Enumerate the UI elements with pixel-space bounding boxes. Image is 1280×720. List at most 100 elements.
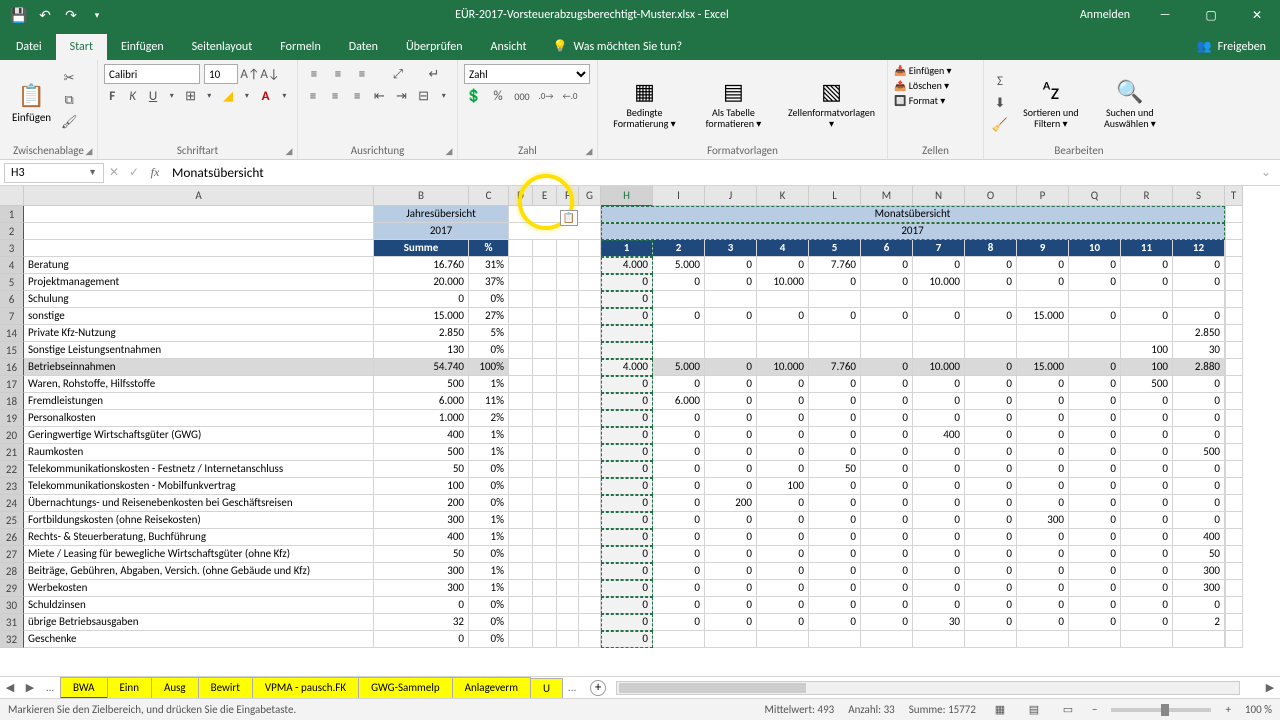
- cell[interactable]: 0: [1017, 393, 1069, 410]
- cell[interactable]: 0: [1069, 257, 1121, 274]
- tab-home[interactable]: Start: [56, 34, 107, 60]
- cell[interactable]: [509, 240, 533, 257]
- cell[interactable]: 0: [861, 495, 913, 512]
- cell[interactable]: 0: [1121, 461, 1173, 478]
- cell[interactable]: 0: [705, 444, 757, 461]
- cell[interactable]: 0: [965, 308, 1017, 325]
- cell[interactable]: 0: [601, 376, 653, 393]
- cell[interactable]: 0: [1173, 495, 1225, 512]
- cell[interactable]: 0: [1173, 597, 1225, 614]
- cell[interactable]: 0: [653, 563, 705, 580]
- cell[interactable]: 0: [1121, 580, 1173, 597]
- cell[interactable]: 0: [705, 614, 757, 631]
- bold-icon[interactable]: F: [104, 86, 120, 106]
- redo-icon[interactable]: ↷: [60, 4, 82, 26]
- cell[interactable]: 500: [1121, 376, 1173, 393]
- cell[interactable]: 0: [1069, 597, 1121, 614]
- cell[interactable]: [509, 495, 533, 512]
- tab-view[interactable]: Ansicht: [477, 34, 541, 60]
- cell[interactable]: Sonstige Leistungsentnahmen: [24, 342, 374, 359]
- cell[interactable]: 0: [1017, 461, 1069, 478]
- cell[interactable]: 0: [1017, 529, 1069, 546]
- cell[interactable]: 0: [1017, 444, 1069, 461]
- sheet-nav-prev[interactable]: ◀: [0, 681, 20, 694]
- cell[interactable]: 0: [757, 529, 809, 546]
- cell[interactable]: 0%: [469, 495, 509, 512]
- signin-link[interactable]: Anmelden: [1068, 8, 1142, 22]
- cell[interactable]: 0: [861, 461, 913, 478]
- cell[interactable]: Fortbildungskosten (ohne Reisekosten): [24, 512, 374, 529]
- cell[interactable]: [509, 546, 533, 563]
- cell[interactable]: 0: [965, 614, 1017, 631]
- cell[interactable]: 0: [653, 478, 705, 495]
- cell[interactable]: 27%: [469, 308, 509, 325]
- cell[interactable]: 0: [757, 495, 809, 512]
- cell[interactable]: 0: [653, 495, 705, 512]
- tab-insert[interactable]: Einfügen: [107, 34, 178, 60]
- cell[interactable]: [965, 325, 1017, 342]
- cell[interactable]: [1225, 376, 1243, 393]
- cell[interactable]: 0: [757, 257, 809, 274]
- cell[interactable]: 0: [861, 308, 913, 325]
- cell[interactable]: [705, 291, 757, 308]
- sheet-tab[interactable]: Anlageverm: [452, 677, 531, 699]
- cell[interactable]: [653, 291, 705, 308]
- column-header[interactable]: M: [861, 186, 913, 206]
- cell[interactable]: 0: [861, 580, 913, 597]
- cell[interactable]: 0: [1173, 512, 1225, 529]
- clear-icon[interactable]: 🧹: [990, 115, 1010, 135]
- cell[interactable]: 0: [1121, 257, 1173, 274]
- cell[interactable]: 0: [1121, 274, 1173, 291]
- cell[interactable]: 0: [809, 597, 861, 614]
- cell[interactable]: 0: [757, 410, 809, 427]
- cell[interactable]: 0: [653, 546, 705, 563]
- cell[interactable]: 32: [374, 614, 469, 631]
- qat-customize-icon[interactable]: ▾: [86, 4, 108, 26]
- cell[interactable]: 2.880: [1173, 359, 1225, 376]
- cell[interactable]: 0: [861, 427, 913, 444]
- cell[interactable]: 0: [965, 461, 1017, 478]
- sheet-nav-next[interactable]: ▶: [20, 681, 40, 694]
- cell[interactable]: 0: [1017, 257, 1069, 274]
- cell[interactable]: 0: [705, 257, 757, 274]
- maximize-button[interactable]: ▢: [1188, 0, 1234, 30]
- delete-cells-button[interactable]: 📤 Löschen ▾: [894, 79, 977, 92]
- cell[interactable]: [533, 478, 557, 495]
- cell[interactable]: 0: [601, 478, 653, 495]
- undo-icon[interactable]: ↶: [34, 4, 56, 26]
- scroll-right-icon[interactable]: ▶: [1260, 681, 1280, 694]
- cell[interactable]: 1%: [469, 444, 509, 461]
- cell[interactable]: 0: [861, 512, 913, 529]
- cell[interactable]: [913, 291, 965, 308]
- tab-formulas[interactable]: Formeln: [266, 34, 334, 60]
- cell[interactable]: 0: [705, 546, 757, 563]
- cell[interactable]: 4: [757, 240, 809, 257]
- cell[interactable]: [579, 444, 601, 461]
- cell[interactable]: [579, 563, 601, 580]
- cell[interactable]: [557, 614, 579, 631]
- cell[interactable]: 0: [653, 274, 705, 291]
- cell[interactable]: [579, 308, 601, 325]
- cell[interactable]: [653, 342, 705, 359]
- cell[interactable]: [965, 291, 1017, 308]
- align-bottom-icon[interactable]: ≡: [352, 64, 372, 84]
- sheet-tab[interactable]: Ausg: [151, 677, 199, 699]
- cell[interactable]: [533, 393, 557, 410]
- cell[interactable]: Geringwertige Wirtschaftsgüter (GWG): [24, 427, 374, 444]
- cell[interactable]: 0: [913, 444, 965, 461]
- cell[interactable]: [1225, 461, 1243, 478]
- cell[interactable]: 300: [1173, 580, 1225, 597]
- cell[interactable]: 0: [705, 359, 757, 376]
- cell[interactable]: 10.000: [913, 274, 965, 291]
- cell[interactable]: [1225, 206, 1243, 223]
- select-all-corner[interactable]: [0, 186, 24, 206]
- cell[interactable]: 0: [809, 529, 861, 546]
- cell[interactable]: 6: [861, 240, 913, 257]
- cell[interactable]: 0: [705, 393, 757, 410]
- cell[interactable]: [579, 512, 601, 529]
- cell[interactable]: 1.000: [374, 410, 469, 427]
- cell[interactable]: 0: [757, 444, 809, 461]
- cell[interactable]: 0: [861, 274, 913, 291]
- cell[interactable]: [557, 359, 579, 376]
- cell[interactable]: 15.000: [1017, 308, 1069, 325]
